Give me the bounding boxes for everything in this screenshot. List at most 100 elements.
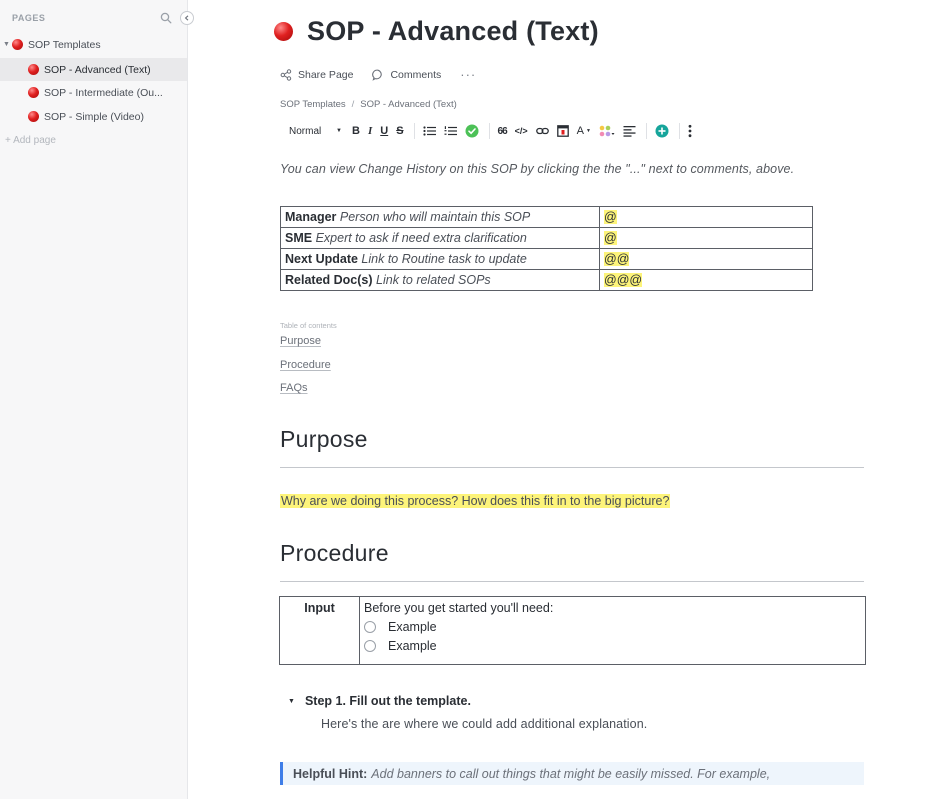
editor-toolbar: Normal ▼ B I U S 66 </> A ▼ bbox=[280, 121, 700, 141]
embed-icon[interactable] bbox=[556, 122, 569, 140]
text-color-button[interactable]: A ▼ bbox=[577, 122, 591, 140]
align-left-icon[interactable] bbox=[623, 122, 636, 140]
comments-label: Comments bbox=[390, 68, 442, 81]
table-cell[interactable]: @@ bbox=[599, 248, 813, 270]
meta-hint: Link to Routine task to update bbox=[361, 252, 527, 266]
toggle-caret-icon[interactable]: ▼ bbox=[288, 698, 295, 705]
step-description: Here's the are where we could add additi… bbox=[321, 717, 648, 731]
comment-icon bbox=[372, 69, 383, 81]
input-cell[interactable]: Before you get started you'll need: Exam… bbox=[360, 597, 865, 664]
link-icon[interactable] bbox=[535, 122, 549, 140]
underline-button[interactable]: U bbox=[380, 122, 388, 140]
red-circle-icon bbox=[28, 64, 39, 75]
checklist-icon[interactable] bbox=[465, 122, 479, 140]
table-cell[interactable]: Next Update Link to Routine task to upda… bbox=[280, 248, 600, 270]
toolbar-divider bbox=[488, 123, 490, 139]
sidebar-item-label: SOP Templates bbox=[28, 38, 101, 51]
italic-button[interactable]: I bbox=[368, 122, 372, 140]
quote-button[interactable]: 66 bbox=[498, 122, 508, 140]
text-color-label: A bbox=[576, 125, 585, 137]
search-icon[interactable] bbox=[160, 12, 172, 24]
mention-placeholder[interactable]: @@@ bbox=[604, 273, 643, 287]
numbered-list-icon[interactable] bbox=[444, 122, 457, 140]
procedure-input-table: Input Before you get started you'll need… bbox=[279, 596, 866, 665]
text-format-value: Normal bbox=[289, 125, 322, 137]
mention-placeholder[interactable]: @@ bbox=[604, 252, 630, 266]
caret-down-icon: ▼ bbox=[586, 128, 591, 134]
table-cell[interactable]: @@@ bbox=[599, 269, 813, 291]
checkbox-circle-icon[interactable] bbox=[364, 621, 376, 633]
page-actions: Share Page Comments ··· bbox=[280, 67, 476, 82]
sidebar-item-sop-intermediate[interactable]: SOP - Intermediate (Ou... bbox=[0, 81, 187, 104]
toc-link-faqs[interactable]: FAQs bbox=[280, 382, 308, 394]
meta-hint: Link to related SOPs bbox=[376, 273, 491, 287]
table-cell[interactable]: @ bbox=[599, 227, 813, 249]
purpose-heading: Purpose bbox=[280, 426, 368, 452]
sidebar-item-label: SOP - Intermediate (Ou... bbox=[44, 86, 163, 99]
red-circle-icon bbox=[12, 39, 23, 50]
table-row: SME Expert to ask if need extra clarific… bbox=[280, 227, 813, 249]
text-format-select[interactable]: Normal ▼ bbox=[280, 122, 342, 140]
sidebar-item-sop-advanced[interactable]: SOP - Advanced (Text) bbox=[0, 58, 187, 81]
step-toggle[interactable]: ▼ Step 1. Fill out the template. bbox=[288, 694, 471, 708]
share-page-button[interactable]: Share Page bbox=[280, 69, 353, 81]
intro-text: You can view Change History on this SOP … bbox=[280, 162, 795, 176]
more-options-icon[interactable]: ··· bbox=[460, 67, 476, 82]
bold-button[interactable]: B bbox=[352, 122, 360, 140]
checklist-item[interactable]: Example bbox=[364, 620, 865, 634]
table-cell[interactable]: SME Expert to ask if need extra clarific… bbox=[280, 227, 600, 249]
sidebar-item-sop-simple[interactable]: SOP - Simple (Video) bbox=[0, 105, 187, 128]
toc-label: Table of contents bbox=[280, 321, 337, 330]
checkbox-circle-icon[interactable] bbox=[364, 640, 376, 652]
chevron-left-icon bbox=[184, 15, 189, 21]
divider bbox=[280, 467, 864, 468]
bullet-list-icon[interactable] bbox=[422, 122, 436, 140]
table-cell[interactable]: Manager Person who will maintain this SO… bbox=[280, 206, 600, 228]
comments-button[interactable]: Comments bbox=[372, 69, 441, 81]
table-cell[interactable]: Related Doc(s) Link to related SOPs bbox=[280, 269, 600, 291]
checklist-item-label: Example bbox=[388, 639, 437, 653]
add-block-icon[interactable] bbox=[655, 122, 669, 140]
purpose-text: Why are we doing this process? How does … bbox=[280, 494, 671, 508]
breadcrumb-current[interactable]: SOP - Advanced (Text) bbox=[360, 99, 456, 110]
divider bbox=[280, 581, 864, 582]
caret-down-icon: ▼ bbox=[336, 128, 342, 134]
toc-link-purpose[interactable]: Purpose bbox=[280, 335, 321, 347]
page-title-row: SOP - Advanced (Text) bbox=[274, 16, 599, 47]
checklist-item[interactable]: Example bbox=[364, 639, 865, 653]
table-row: Manager Person who will maintain this SO… bbox=[280, 206, 813, 228]
red-circle-icon bbox=[28, 87, 39, 98]
toolbar-divider bbox=[678, 123, 680, 139]
meta-key: SME bbox=[285, 231, 313, 245]
sidebar-item-sop-templates[interactable]: ▼ SOP Templates bbox=[0, 33, 187, 56]
breadcrumb: SOP Templates / SOP - Advanced (Text) bbox=[280, 99, 457, 110]
more-vertical-icon[interactable] bbox=[688, 122, 692, 140]
red-circle-icon bbox=[28, 111, 39, 122]
hint-label: Helpful Hint: bbox=[293, 766, 368, 781]
helpful-hint-banner: Helpful Hint: Add banners to call out th… bbox=[280, 762, 864, 785]
meta-hint: Expert to ask if need extra clarificatio… bbox=[315, 231, 527, 245]
table-cell[interactable]: @ bbox=[599, 206, 813, 228]
strikethrough-button[interactable]: S bbox=[396, 122, 403, 140]
table-row: Next Update Link to Routine task to upda… bbox=[280, 248, 813, 270]
sop-meta-table: Manager Person who will maintain this SO… bbox=[280, 206, 813, 291]
meta-key: Next Update bbox=[285, 252, 358, 266]
checklist-item-label: Example bbox=[388, 620, 437, 634]
collapse-sidebar-button[interactable] bbox=[180, 11, 194, 25]
code-button[interactable]: </> bbox=[515, 122, 528, 140]
page-title[interactable]: SOP - Advanced (Text) bbox=[307, 16, 599, 47]
step-title: Step 1. Fill out the template. bbox=[304, 694, 471, 708]
meta-hint: Person who will maintain this SOP bbox=[339, 210, 531, 224]
mention-placeholder[interactable]: @ bbox=[604, 210, 617, 224]
breadcrumb-parent[interactable]: SOP Templates bbox=[280, 99, 346, 110]
sidebar-item-label: SOP - Advanced (Text) bbox=[44, 63, 151, 76]
toc-link-procedure[interactable]: Procedure bbox=[280, 359, 331, 371]
share-page-label: Share Page bbox=[298, 68, 354, 81]
highlight-colors-icon[interactable] bbox=[599, 122, 615, 140]
red-circle-icon[interactable] bbox=[274, 22, 293, 41]
mention-placeholder[interactable]: @ bbox=[604, 231, 617, 245]
add-page-button[interactable]: + Add page bbox=[5, 135, 56, 146]
caret-down-icon[interactable]: ▼ bbox=[3, 41, 11, 48]
input-label: Input bbox=[280, 597, 360, 664]
table-row: Related Doc(s) Link to related SOPs @@@ bbox=[280, 269, 813, 291]
